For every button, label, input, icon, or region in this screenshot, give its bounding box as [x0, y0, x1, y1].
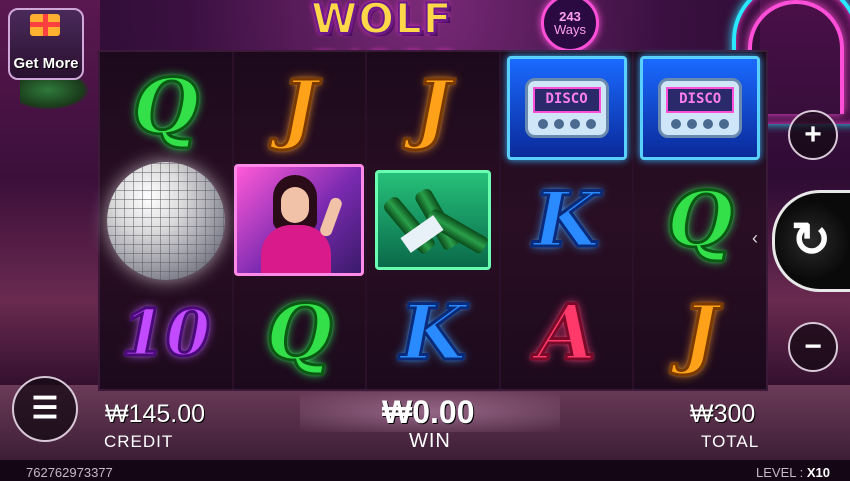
reel-cell: K	[367, 277, 499, 389]
hamburger-menu-icon: ☰	[31, 392, 59, 425]
reel-5: DISCO Q J	[634, 52, 766, 389]
pager-screen-text: DISCO	[666, 87, 735, 114]
symbol-disco-pager-icon: DISCO	[506, 56, 627, 161]
session-id: 762762973377	[26, 465, 113, 480]
symbol-j: J	[681, 287, 720, 377]
reel-1: Q 10	[100, 52, 232, 389]
symbol-disco-pager-icon: DISCO	[640, 56, 761, 161]
reel-cell: Q	[234, 277, 366, 389]
reel-2: JQ	[233, 52, 366, 389]
reel-grid: Q 10 J Q J K DISCO K A DISCO Q J	[98, 50, 768, 391]
spin-icon: ↻	[790, 214, 832, 267]
reel-cell	[234, 164, 366, 277]
level-label: LEVEL :	[756, 465, 804, 480]
reel-cell: DISCO	[634, 52, 766, 164]
level-value: X10	[806, 465, 830, 480]
reel-cell	[367, 164, 499, 276]
credit-amount: ₩145.00	[105, 400, 206, 428]
chevron-left-icon: ‹	[752, 228, 758, 248]
symbol-k: K	[398, 287, 467, 377]
menu-button[interactable]: ☰	[12, 376, 78, 442]
gift-icon	[30, 14, 60, 36]
symbol-q: Q	[131, 61, 200, 151]
reel-cell: A	[501, 277, 633, 389]
reel-cell: K	[501, 164, 633, 276]
total-bet-amount: ₩300	[690, 400, 756, 428]
symbol-k: K	[532, 175, 601, 265]
reel-cell: Q	[100, 52, 232, 162]
reel-cell: Q	[634, 164, 766, 276]
reel-cell: 10	[100, 280, 232, 390]
reel-3: JK	[367, 52, 499, 389]
level-indicator: LEVEL : X10	[756, 465, 830, 480]
get-more-label: Get More	[13, 55, 79, 72]
win-label: WIN	[409, 430, 451, 452]
credit-label: CREDIT	[104, 432, 174, 451]
ways-label: Ways	[553, 22, 587, 37]
reel-4: DISCO K A	[500, 52, 633, 389]
symbol-disco-ball-icon	[106, 161, 225, 280]
bottom-status-bar	[0, 460, 850, 481]
symbol-j: J	[280, 63, 319, 153]
win-amount: ₩0.00	[382, 394, 475, 430]
decrease-bet-button[interactable]: −	[788, 322, 838, 372]
symbol-j: J	[414, 63, 453, 153]
symbol-bottles-icon	[374, 170, 491, 271]
reel-cell: DISCO	[501, 52, 633, 164]
total-bet-label: TOTAL	[701, 432, 760, 451]
reel-cell	[100, 161, 232, 280]
increase-bet-button[interactable]: +	[788, 110, 838, 160]
symbol-woman-icon	[234, 164, 365, 277]
symbol-q: Q	[265, 287, 334, 377]
symbol-10: 10	[120, 296, 212, 372]
symbol-q: Q	[666, 175, 735, 265]
get-more-button[interactable]: Get More	[8, 8, 84, 80]
reel-cell: J	[367, 52, 499, 164]
symbol-a: A	[536, 287, 598, 377]
pager-screen-text: DISCO	[532, 87, 601, 114]
game-logo: WOLF DISCO 243 Ways	[305, 0, 599, 93]
reel-cell: J	[634, 277, 766, 389]
reel-cell: J	[234, 52, 366, 164]
minus-icon: −	[804, 330, 822, 363]
plus-icon: +	[804, 118, 822, 151]
